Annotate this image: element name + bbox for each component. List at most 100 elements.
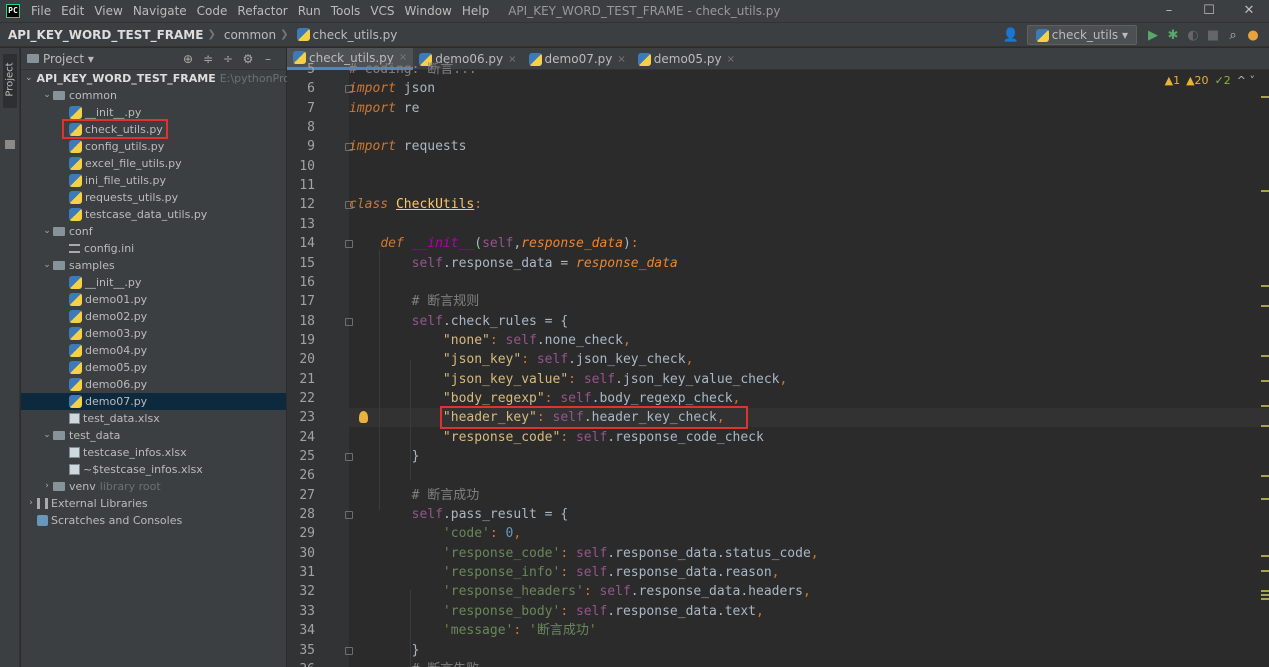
tree-item[interactable]: check_utils.py [21,121,286,138]
scrollbar-marker[interactable] [1261,594,1269,596]
code-line[interactable]: 'message': '断言成功' [349,621,597,640]
expand-all-icon[interactable]: ≑ [198,52,218,66]
tree-item[interactable]: ⌄ conf [21,223,286,240]
code-line[interactable]: # 断言失败 [349,660,480,667]
locate-icon[interactable]: ⊕ [178,52,198,66]
tree-item[interactable]: ⌄ common [21,87,286,104]
scrollbar-marker[interactable] [1261,555,1269,557]
code-line[interactable]: } [349,641,420,660]
scrollbar-marker[interactable] [1261,498,1269,500]
scrollbar-marker[interactable] [1261,475,1269,477]
close-icon[interactable]: ✕ [1229,0,1269,22]
tree-item[interactable]: ⌄ test_data [21,427,286,444]
menu-refactor[interactable]: Refactor [232,0,292,22]
project-view-select[interactable]: Project ▾ [27,52,94,66]
tree-item[interactable]: ~$testcase_infos.xlsx [21,461,286,478]
menu-help[interactable]: Help [457,0,494,22]
tree-item[interactable]: demo04.py [21,342,286,359]
code-line[interactable]: "response_code": self.response_code_chec… [349,428,764,447]
chevron-down-icon[interactable]: ⌄ [41,257,53,274]
code-line[interactable]: def __init__(self,response_data): [349,234,638,253]
editor-tab[interactable]: demo07.py × [523,48,632,70]
code-line[interactable]: # 断言成功 [349,486,480,505]
scrollbar-marker[interactable] [1261,590,1269,592]
scrollbar-marker[interactable] [1261,305,1269,307]
structure-icon[interactable] [5,140,15,149]
code-line[interactable]: 'response_info': self.response_data.reas… [349,563,780,582]
coverage-icon[interactable]: ◐ [1183,28,1203,43]
run-config-select[interactable]: check_utils ▾ [1026,25,1137,45]
code-line[interactable]: "none": self.none_check, [349,331,631,350]
close-tab-icon[interactable]: × [508,54,516,65]
tree-item[interactable]: test_data.xlsx [21,410,286,427]
code-line[interactable]: "json_key": self.json_key_check, [349,350,693,369]
scrollbar-marker[interactable] [1261,285,1269,287]
code-line[interactable]: # 断言规则 [349,292,480,311]
menu-file[interactable]: File [26,0,56,22]
run-icon[interactable]: ▶ [1143,28,1163,43]
code-line[interactable]: } [349,447,420,466]
debug-icon[interactable]: ✱ [1163,28,1183,43]
scrollbar-marker[interactable] [1261,380,1269,382]
code-line[interactable]: 'response_code': self.response_data.stat… [349,544,819,563]
menu-navigate[interactable]: Navigate [128,0,192,22]
tree-item[interactable]: excel_file_utils.py [21,155,286,172]
editor-tab[interactable]: demo05.py × [632,48,741,70]
code-line[interactable]: class CheckUtils: [349,195,482,214]
close-tab-icon[interactable]: × [617,54,625,65]
tree-item[interactable]: testcase_infos.xlsx [21,444,286,461]
menu-vcs[interactable]: VCS [365,0,399,22]
breadcrumb-project[interactable]: API_KEY_WORD_TEST_FRAME [0,28,207,42]
code-line[interactable]: "body_regexp": self.body_regexp_check, [349,389,740,408]
tree-item[interactable]: __init__.py [21,274,286,291]
scrollbar-marker[interactable] [1261,405,1269,407]
scrollbar-marker[interactable] [1261,355,1269,357]
navigate-problems-icon[interactable]: ^ ˅ [1237,74,1255,87]
code-line[interactable]: self.check_rules = { [349,312,569,331]
inspection-widget[interactable]: ▲1 ▲20 ✓2 ^ ˅ [1165,74,1255,87]
scrollbar-marker[interactable] [1261,598,1269,600]
menu-tools[interactable]: Tools [326,0,366,22]
collapse-all-icon[interactable]: ÷ [218,52,238,66]
menu-code[interactable]: Code [192,0,233,22]
tree-item[interactable]: ini_file_utils.py [21,172,286,189]
code-line[interactable]: self.response_data = response_data [349,254,678,273]
hide-icon[interactable]: – [258,52,278,66]
tree-item[interactable]: ⌄ API_KEY_WORD_TEST_FRAME E:\pythonProjec [21,70,306,87]
menu-view[interactable]: View [89,0,127,22]
chevron-right-icon[interactable]: › [41,478,53,495]
tree-item[interactable]: config.ini [21,240,286,257]
menu-run[interactable]: Run [293,0,326,22]
code-line[interactable]: "header_key": self.header_key_check, [349,408,725,427]
code-line[interactable]: import re [349,99,419,118]
tree-item[interactable]: › venv library root [21,478,286,495]
tree-item[interactable]: config_utils.py [21,138,286,155]
breadcrumb-file[interactable]: check_utils.py [289,28,402,42]
menu-window[interactable]: Window [400,0,457,22]
tree-item[interactable]: demo07.py [21,393,286,410]
code-line[interactable]: 'code': 0, [349,524,521,543]
code-line[interactable]: "json_key_value": self.json_key_value_ch… [349,370,787,389]
code-line[interactable]: self.pass_result = { [349,505,569,524]
code-area[interactable]: # coding: 断言... import json import re impor… [349,62,1269,667]
scrollbar-marker[interactable] [1261,570,1269,572]
scrollbar-marker[interactable] [1261,190,1269,192]
tree-item[interactable]: Scratches and Consoles [21,512,286,529]
maximize-icon[interactable]: ☐ [1189,0,1229,22]
tree-item[interactable]: demo01.py [21,291,286,308]
tree-item[interactable]: ⌄ samples [21,257,286,274]
code-line[interactable]: import requests [349,137,466,156]
tree-item[interactable]: demo05.py [21,359,286,376]
chevron-right-icon[interactable]: › [25,495,37,512]
tree-item[interactable]: requests_utils.py [21,189,286,206]
chevron-down-icon[interactable]: ⌄ [41,427,53,444]
scrollbar-marker[interactable] [1261,425,1269,427]
gear-icon[interactable]: ⚙ [238,52,258,66]
code-line[interactable]: # coding: 断言... [349,60,477,79]
chevron-down-icon[interactable]: ⌄ [41,87,53,104]
tree-item[interactable]: demo02.py [21,308,286,325]
tree-item[interactable]: demo06.py [21,376,286,393]
tree-item[interactable]: __init__.py [21,104,286,121]
code-line[interactable]: 'response_body': self.response_data.text… [349,602,764,621]
intention-bulb-icon[interactable] [359,411,368,424]
